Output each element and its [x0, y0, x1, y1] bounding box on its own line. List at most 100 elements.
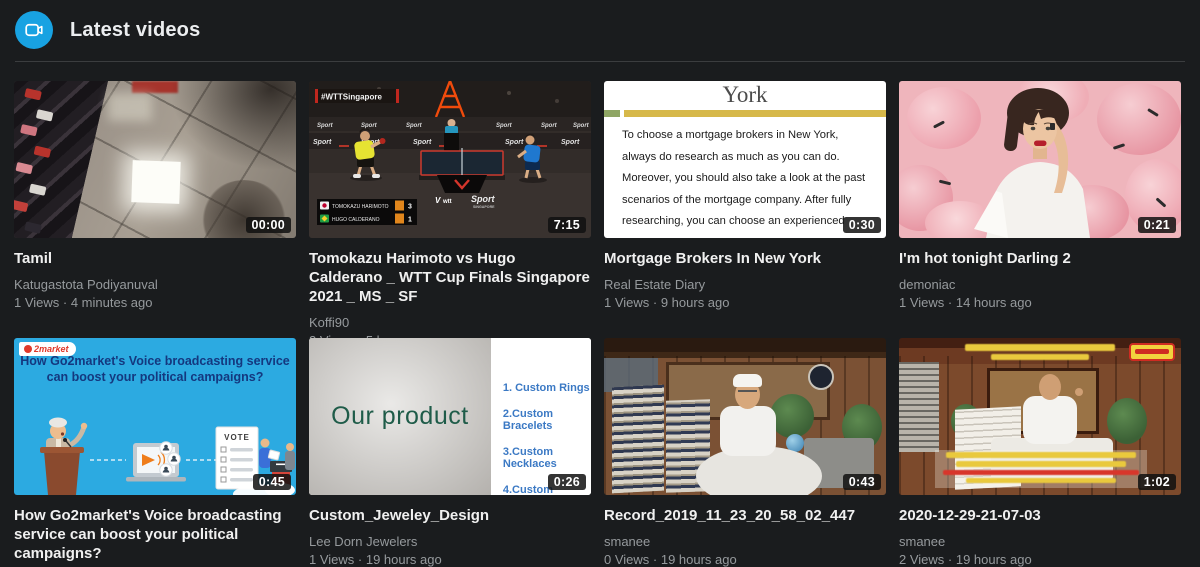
- video-camera-icon: [15, 11, 53, 49]
- channel-link[interactable]: Lee Dorn Jewelers: [309, 534, 591, 549]
- svg-text:Sport: Sport: [317, 123, 334, 129]
- book-stack: [612, 385, 664, 494]
- seated-man: [720, 406, 776, 456]
- duration-badge: 0:43: [843, 474, 881, 490]
- glasses: [738, 390, 757, 392]
- thumbnail-art: Sport Sport Sport Sport Sport Sport Spor…: [309, 81, 591, 238]
- video-title-link[interactable]: Tomokazu Harimoto vs Hugo Calderano _ WT…: [309, 249, 591, 306]
- video-card: Sport Sport Sport Sport Sport Sport Spor…: [309, 81, 591, 338]
- slide-heading: Our product: [331, 402, 469, 431]
- svg-text:3: 3: [408, 204, 412, 211]
- video-meta: 1 Views · 4 minutes ago: [14, 295, 296, 310]
- video-card: 0:43 Record_2019_11_23_20_58_02_447 sman…: [604, 338, 886, 567]
- svg-text:HUGO CALDERANO: HUGO CALDERANO: [332, 217, 380, 223]
- video-thumbnail[interactable]: Our product 1. Custom Rings 2.Custom Bra…: [309, 338, 591, 495]
- svg-text:Sport: Sport: [541, 123, 558, 129]
- plant: [1107, 398, 1147, 444]
- thai-text-overlay: [965, 344, 1115, 351]
- duration-badge: 0:21: [1138, 217, 1176, 233]
- video-title-link[interactable]: I'm hot tonight Darling 2: [899, 249, 1181, 268]
- duration-badge: 1:02: [1138, 474, 1176, 490]
- plant: [770, 394, 814, 438]
- laptop-broadcast: [126, 442, 186, 482]
- slide-product-list: 1. Custom Rings 2.Custom Bracelets 3.Cus…: [491, 338, 591, 495]
- video-thumbnail[interactable]: Sport Sport Sport Sport Sport Sport Spor…: [309, 81, 591, 238]
- video-card: 2market How Go2market's Voice broadcasti…: [14, 338, 296, 567]
- svg-text:Sport: Sport: [505, 139, 524, 146]
- video-card: York To choose a mortgage brokers in New…: [604, 81, 886, 338]
- slide-heading: How Go2market's Voice broadcasting servi…: [14, 353, 296, 385]
- svg-text:Sport: Sport: [413, 139, 432, 146]
- slide-left-panel: Our product: [309, 338, 491, 495]
- svg-text:#WTTSingapore: #WTTSingapore: [321, 93, 382, 102]
- video-card: 1:02 2020-12-29-21-07-03 smanee 2 Views …: [899, 338, 1181, 567]
- video-title-link[interactable]: Mortgage Brokers In New York: [604, 249, 886, 268]
- svg-text:Sport: Sport: [561, 139, 580, 146]
- svg-text:Sport: Sport: [361, 123, 378, 129]
- raised-hand: [1075, 388, 1083, 396]
- svg-text:Sport: Sport: [313, 139, 332, 146]
- seated-man: [1023, 396, 1077, 444]
- video-thumbnail[interactable]: 0:43: [604, 338, 886, 495]
- video-thumbnail[interactable]: 2market How Go2market's Voice broadcasti…: [14, 338, 296, 495]
- video-card: 00:00 Tamil Katugastota Podiyanuval 1 Vi…: [14, 81, 296, 338]
- channel-logo-badge: [1129, 343, 1175, 361]
- video-grid: 00:00 Tamil Katugastota Podiyanuval 1 Vi…: [14, 81, 1186, 567]
- video-card: 0:21 I'm hot tonight Darling 2 demoniac …: [899, 81, 1181, 338]
- video-meta: 2 Views · 19 hours ago: [899, 552, 1181, 567]
- duration-badge: 00:00: [246, 217, 291, 233]
- slide-heading: York: [604, 82, 886, 108]
- channel-link[interactable]: Katugastota Podiyanuval: [14, 277, 296, 292]
- list-item: 1. Custom Rings: [503, 382, 591, 394]
- page-header: Latest videos: [15, 0, 1185, 62]
- video-meta: 0 Views · 19 hours ago: [604, 552, 886, 567]
- thumbnail-art: [108, 93, 152, 121]
- duration-badge: 0:26: [548, 474, 586, 490]
- thumbnail-art: [899, 362, 939, 452]
- svg-text:SINGAPORE: SINGAPORE: [473, 205, 495, 209]
- video-title-link[interactable]: Record_2019_11_23_20_58_02_447: [604, 506, 886, 525]
- svg-text:Sport: Sport: [573, 123, 590, 129]
- thumbnail-art: [156, 81, 296, 181]
- politician: [40, 418, 87, 496]
- svg-text:TOMOKAZU HARIMOTO: TOMOKAZU HARIMOTO: [332, 204, 389, 210]
- svg-text:wtt: wtt: [442, 199, 452, 205]
- svg-text:Sport: Sport: [496, 123, 513, 129]
- logo-mark: [24, 345, 32, 353]
- svg-text:V: V: [435, 196, 441, 205]
- video-thumbnail[interactable]: 1:02: [899, 338, 1181, 495]
- svg-text:1: 1: [408, 217, 412, 224]
- duration-badge: 0:45: [253, 474, 291, 490]
- svg-text:Sport: Sport: [406, 123, 423, 129]
- slide-divider-bar: [604, 110, 886, 117]
- hashtag-label: #WTTSingapore: [315, 89, 399, 103]
- thai-subtitle-band: [935, 450, 1147, 488]
- svg-text:Sport: Sport: [471, 194, 496, 204]
- video-title-link[interactable]: Tamil: [14, 249, 296, 268]
- video-meta: 1 Views · 9 hours ago: [604, 295, 886, 310]
- video-thumbnail[interactable]: 00:00: [14, 81, 296, 238]
- duration-badge: 7:15: [548, 217, 586, 233]
- channel-link[interactable]: smanee: [899, 534, 1181, 549]
- svg-text:VOTE: VOTE: [224, 433, 250, 442]
- video-title-link[interactable]: 2020-12-29-21-07-03: [899, 506, 1181, 525]
- white-cap: [733, 374, 762, 387]
- video-thumbnail[interactable]: York To choose a mortgage brokers in New…: [604, 81, 886, 238]
- go2market-logo: 2market: [19, 342, 76, 356]
- list-item: 3.Custom Necklaces: [503, 446, 591, 470]
- thai-text-overlay: [991, 354, 1089, 360]
- video-thumbnail[interactable]: 0:21: [899, 81, 1181, 238]
- list-item: 2.Custom Bracelets: [503, 408, 591, 432]
- channel-link[interactable]: smanee: [604, 534, 886, 549]
- video-meta: 1 Views · 19 hours ago: [309, 552, 591, 567]
- channel-link[interactable]: Koffi90: [309, 315, 591, 330]
- channel-link[interactable]: demoniac: [899, 277, 1181, 292]
- duration-badge: 0:30: [843, 217, 881, 233]
- video-card: Our product 1. Custom Rings 2.Custom Bra…: [309, 338, 591, 567]
- scoreboard: TOMOKAZU HARIMOTO 3 HUGO CALDERANO 1: [317, 199, 417, 225]
- video-title-link[interactable]: Custom_Jeweley_Design: [309, 506, 591, 525]
- video-title-link[interactable]: How Go2market's Voice broadcasting servi…: [14, 506, 296, 563]
- channel-link[interactable]: Real Estate Diary: [604, 277, 886, 292]
- page-title: Latest videos: [70, 19, 200, 42]
- wall-clock: [808, 364, 834, 390]
